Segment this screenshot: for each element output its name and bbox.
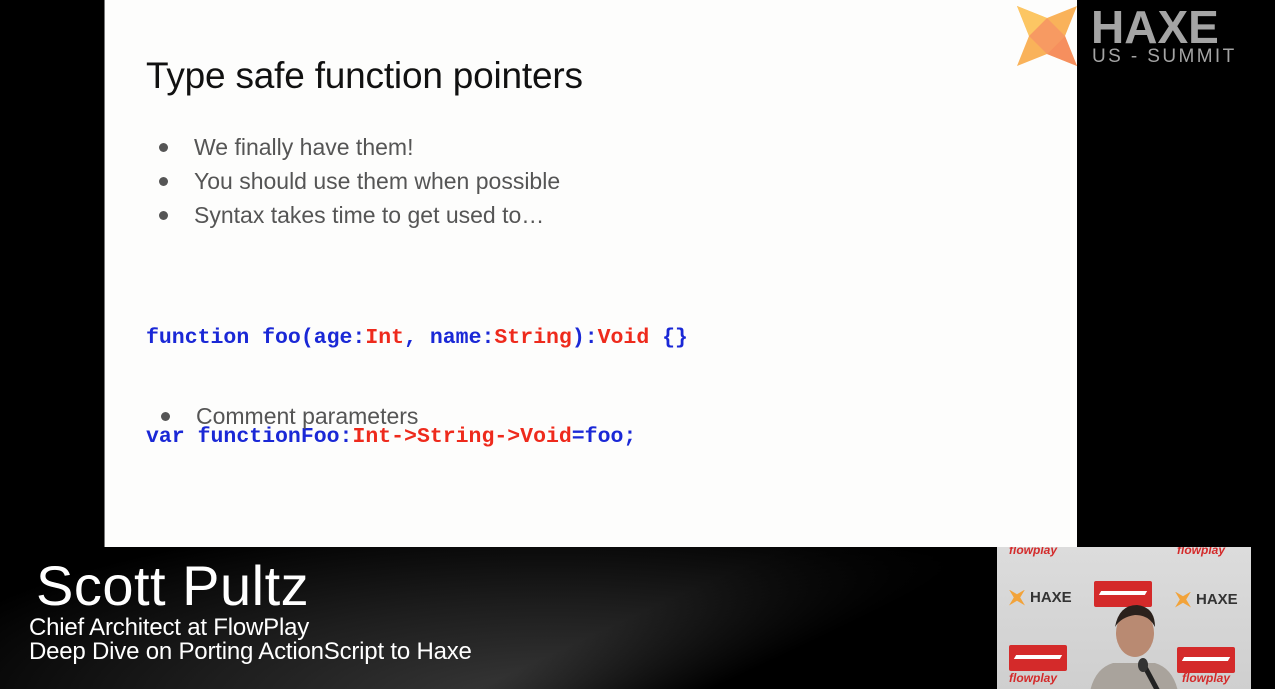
haxe-backdrop-logo: HAXE [1009, 589, 1072, 606]
haxe-logo-icon [1017, 6, 1077, 66]
code-keyword: , name: [404, 326, 495, 350]
haxe-logo-icon [1009, 589, 1025, 606]
bullet-item: Comment parameters [161, 399, 418, 433]
speaker-webcam: flowplay flowplay HAXE HAXE flowplay flo… [997, 547, 1251, 689]
haxe-summit-logo: HAXE US - SUMMIT [1017, 1, 1257, 70]
code-type: Int [365, 326, 405, 350]
flowplay-logo-icon [1009, 645, 1067, 671]
flowplay-banner: flowplay [1177, 547, 1226, 557]
slide-title: Type safe function pointers [146, 55, 583, 96]
code-keyword: function foo(age: [146, 326, 366, 350]
logo-subtitle: US - SUMMIT [1092, 46, 1237, 67]
speaker-person-icon [1090, 605, 1178, 689]
bullet-dot-icon [161, 411, 170, 421]
code-keyword: ): [571, 326, 598, 350]
flowplay-banner: flowplay [1182, 671, 1231, 685]
bullet-list: We finally have them! You should use the… [159, 130, 560, 232]
presentation-slide: Type safe function pointers We finally h… [105, 0, 1077, 547]
bullet-list-2: Comment parameters [161, 399, 418, 433]
code-line-1: function foo(age:Int, name:String):Void … [146, 322, 688, 355]
bullet-dot-icon [159, 176, 168, 186]
code-block: function foo(age:Int, name:String):Void … [146, 256, 688, 520]
talk-title: Deep Dive on Porting ActionScript to Hax… [29, 638, 472, 665]
code-type: String [494, 326, 572, 350]
bullet-dot-icon [159, 210, 168, 220]
flowplay-banner: flowplay [1009, 671, 1058, 685]
code-keyword: =foo; [571, 425, 637, 449]
bullet-dot-icon [159, 142, 168, 152]
code-type: Void [597, 326, 650, 350]
speaker-name: Scott Pultz [36, 554, 310, 617]
bullet-item: Syntax takes time to get used to… [159, 198, 560, 232]
flowplay-banner: flowplay [1009, 547, 1058, 557]
bullet-item: We finally have them! [159, 130, 560, 164]
code-keyword: {} [649, 326, 688, 350]
bullet-item: You should use them when possible [159, 164, 560, 198]
lower-third: Scott Pultz Chief Architect at FlowPlay … [0, 547, 997, 689]
